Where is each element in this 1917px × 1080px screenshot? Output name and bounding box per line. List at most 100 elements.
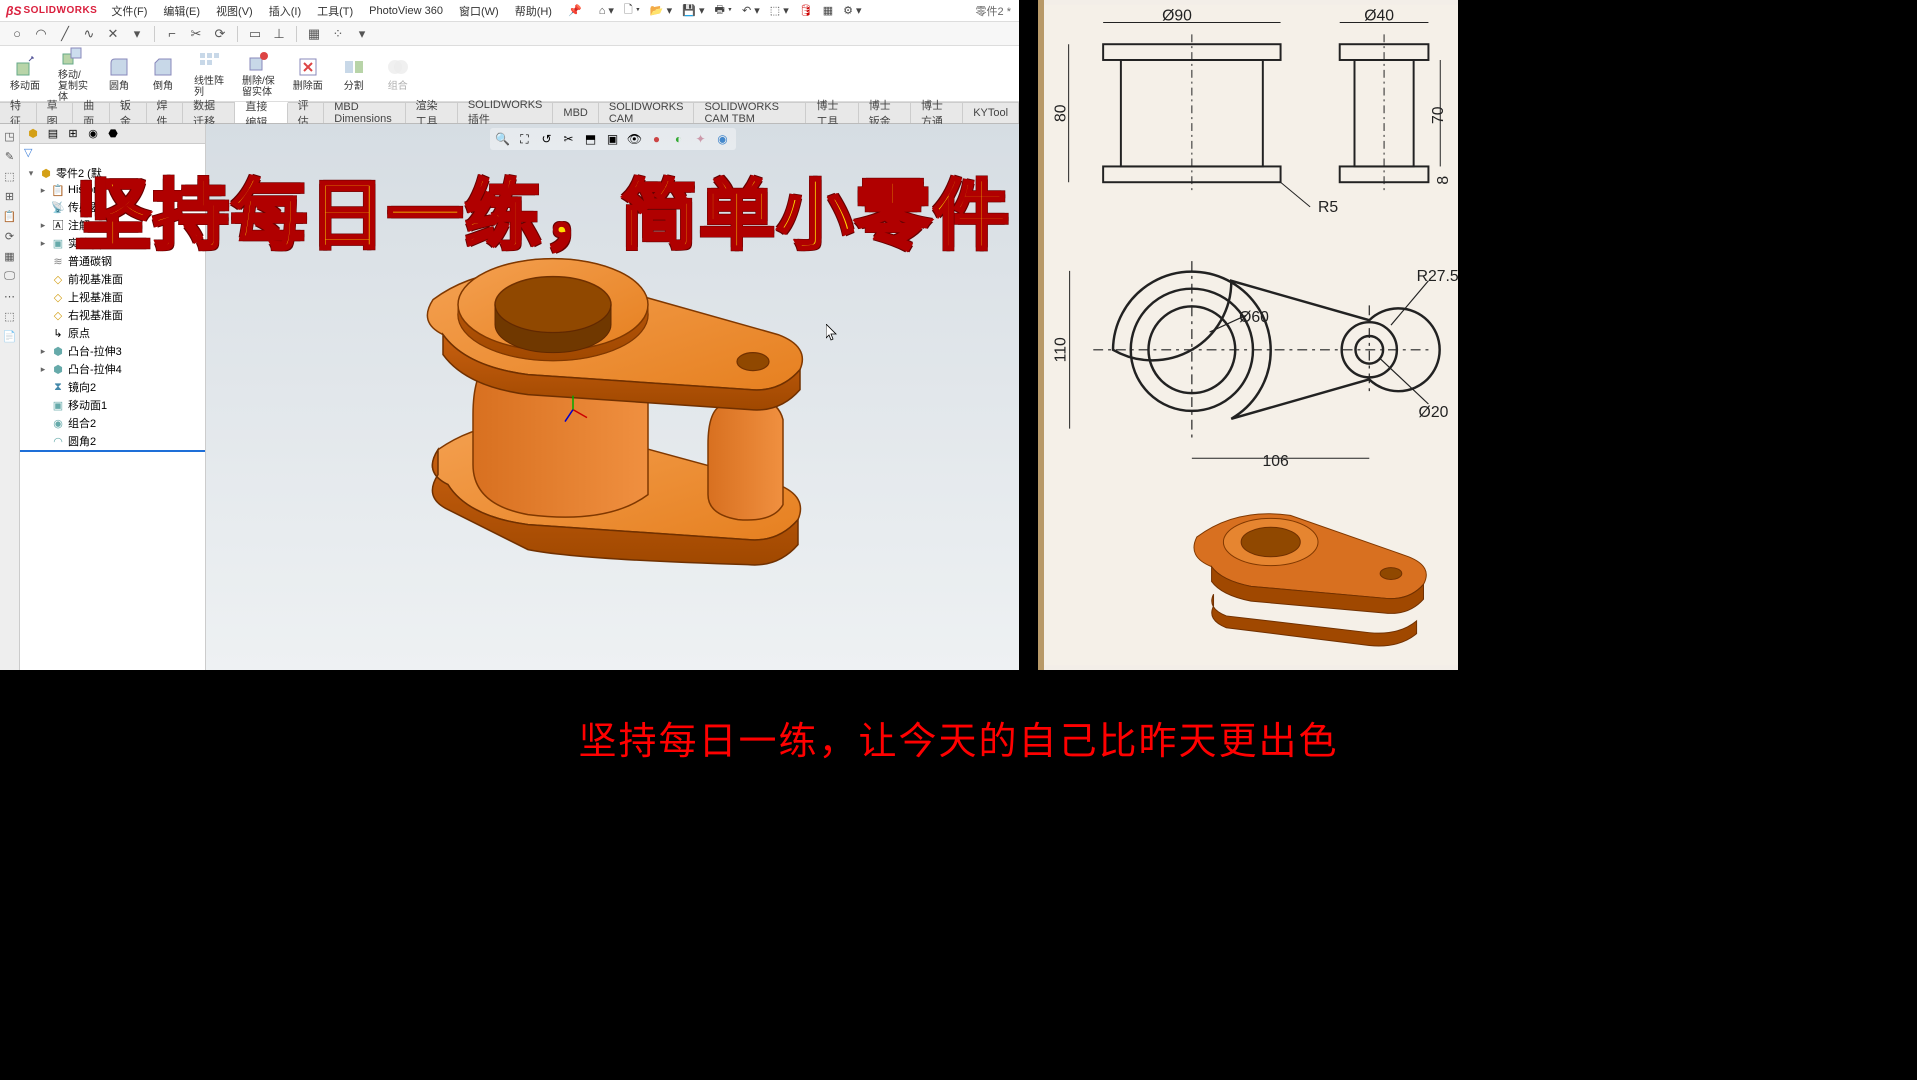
delete-face-button[interactable]: 删除面 [289,53,327,94]
move-face-button[interactable]: 移动面 [6,53,44,94]
menu-tools[interactable]: 工具(T) [309,3,361,19]
tab-直接编辑[interactable]: 直接编辑 [235,102,287,123]
tree-extrude3[interactable]: ▸⬢凸台-拉伸3 [20,342,205,360]
pin-icon[interactable]: 📌 [560,4,590,17]
corner-icon[interactable]: ⌐ [163,25,181,43]
tab-特征[interactable]: 特征 [0,102,37,123]
apply-scene-icon[interactable]: ◐ [670,130,688,148]
print-icon[interactable]: 🖶 ▾ [711,1,735,20]
tree-front-plane[interactable]: ◇前视基准面 [20,270,205,288]
trim-icon[interactable]: ✂ [187,25,205,43]
menu-insert[interactable]: 插入(I) [261,3,309,19]
prev-view-icon[interactable]: ↺ [538,130,556,148]
tab-MBD[interactable]: MBD [553,102,598,123]
tab-钣金[interactable]: 钣金 [110,102,147,123]
tab-评估[interactable]: 评估 [288,102,325,123]
convert-icon[interactable]: ⟳ [211,25,229,43]
menu-file[interactable]: 文件(F) [103,3,155,19]
tab-SOLIDWORKS CAM TBM[interactable]: SOLIDWORKS CAM TBM [694,102,806,123]
display-style-icon[interactable]: ▣ [604,130,622,148]
tree-solid-bodies[interactable]: ▸▣实体(1) [20,234,205,252]
arc-icon[interactable]: ◠ [32,25,50,43]
point-icon[interactable]: ✕ [104,25,122,43]
menu-help[interactable]: 帮助(H) [507,3,560,19]
perp-icon[interactable]: ⊥ [270,25,288,43]
linear-pattern-button[interactable]: 线性阵 列 [190,48,228,100]
home-icon[interactable]: ⌂ ▾ [596,4,617,17]
hide-show-icon[interactable]: 👁 [626,130,644,148]
move-copy-body-button[interactable]: 移动/ 复制实 体 [54,42,92,105]
tree-right-plane[interactable]: ◇右视基准面 [20,306,205,324]
dropdown-icon[interactable]: ▾ [128,25,146,43]
rail-icon[interactable]: 📄 [2,328,18,344]
zoom-fit-icon[interactable]: 🔍 [494,130,512,148]
tree-material[interactable]: ≋普通碳钢 [20,252,205,270]
cam-tab-icon[interactable]: ⬣ [104,126,122,142]
rail-icon[interactable]: ◳ [2,128,18,144]
tree-mirror2[interactable]: ⧗镜向2 [20,378,205,396]
tree-combine2[interactable]: ◉组合2 [20,414,205,432]
tab-博士方通[interactable]: 博士方通 [911,102,963,123]
tab-曲面[interactable]: 曲面 [73,102,110,123]
circle-icon[interactable]: ○ [8,25,26,43]
rebuild-icon[interactable]: 🛢 [796,4,816,17]
tree-extrude4[interactable]: ▸⬢凸台-拉伸4 [20,360,205,378]
props-tab-icon[interactable]: ▤ [44,126,62,142]
tab-SOLIDWORKS 插件[interactable]: SOLIDWORKS 插件 [458,102,554,123]
rail-icon[interactable]: ⋯ [2,288,18,304]
zoom-area-icon[interactable]: ⛶ [516,130,534,148]
tree-fillet2[interactable]: ◠圆角2 [20,432,205,452]
menu-edit[interactable]: 编辑(E) [155,3,208,19]
line-icon[interactable]: ╱ [56,25,74,43]
menu-photoview[interactable]: PhotoView 360 [361,5,451,17]
tree-annotations[interactable]: ▸🄰注解 [20,216,205,234]
undo-icon[interactable]: ↶ ▾ [739,4,763,17]
rail-icon[interactable]: ⬚ [2,308,18,324]
new-icon[interactable]: 🗋 ▾ [621,1,643,20]
tab-焊件[interactable]: 焊件 [147,102,184,123]
menu-window[interactable]: 窗口(W) [451,3,507,19]
edit-appearance-icon[interactable]: ● [648,130,666,148]
delete-keep-button[interactable]: 删除/保 留实体 [238,48,279,100]
tree-origin[interactable]: ↳原点 [20,324,205,342]
combine-button[interactable]: 组合 [381,53,415,94]
rail-icon[interactable]: ⟳ [2,228,18,244]
rail-icon[interactable]: ⊞ [2,188,18,204]
section-icon[interactable]: ✂ [560,130,578,148]
tab-博士钣金[interactable]: 博士钣金 [859,102,911,123]
rail-icon[interactable]: 🖵 [2,268,18,284]
display-tab-icon[interactable]: ◉ [84,126,102,142]
tab-数据迁移[interactable]: 数据迁移 [183,102,235,123]
tab-KYTool[interactable]: KYTool [963,102,1019,123]
tree-sensors[interactable]: 📡传感器 [20,198,205,216]
tab-MBD Dimensions[interactable]: MBD Dimensions [324,102,405,123]
tab-渲染工具[interactable]: 渲染工具 [406,102,458,123]
menu-view[interactable]: 视图(V) [208,3,261,19]
spline-icon[interactable]: ∿ [80,25,98,43]
rect-icon[interactable]: ▭ [246,25,264,43]
tree-history[interactable]: ▸📋Histor [20,182,205,198]
rail-icon[interactable]: 📋 [2,208,18,224]
view-orient-icon[interactable]: ⬒ [582,130,600,148]
select-icon[interactable]: ⬚ ▾ [767,4,792,17]
split-button[interactable]: 分割 [337,53,371,94]
dropdown-icon[interactable]: ▾ [353,25,371,43]
chamfer-button[interactable]: 倒角 [146,53,180,94]
tab-SOLIDWORKS CAM[interactable]: SOLIDWORKS CAM [599,102,695,123]
tree-root[interactable]: ▾⬢零件2 (默 [20,164,205,182]
tab-博士工具[interactable]: 博士工具 [806,102,858,123]
tree-move-face1[interactable]: ▣移动面1 [20,396,205,414]
pattern-icon[interactable]: ⁘ [329,25,347,43]
view-settings-icon[interactable]: ✦ [692,130,710,148]
rail-icon[interactable]: ⬚ [2,168,18,184]
tree-top-plane[interactable]: ◇上视基准面 [20,288,205,306]
rail-icon[interactable]: ▦ [2,248,18,264]
config-tab-icon[interactable]: ⊞ [64,126,82,142]
fillet-button[interactable]: 圆角 [102,53,136,94]
3d-viewport[interactable]: 🔍 ⛶ ↺ ✂ ⬒ ▣ 👁 ● ◐ ✦ ◉ [206,124,1019,670]
tree-tab-icon[interactable]: ⬢ [24,126,42,142]
render-icon[interactable]: ◉ [714,130,732,148]
open-icon[interactable]: 📂 ▾ [647,4,675,17]
settings-icon[interactable]: ⚙ ▾ [840,4,864,17]
tab-草图[interactable]: 草图 [37,102,74,123]
